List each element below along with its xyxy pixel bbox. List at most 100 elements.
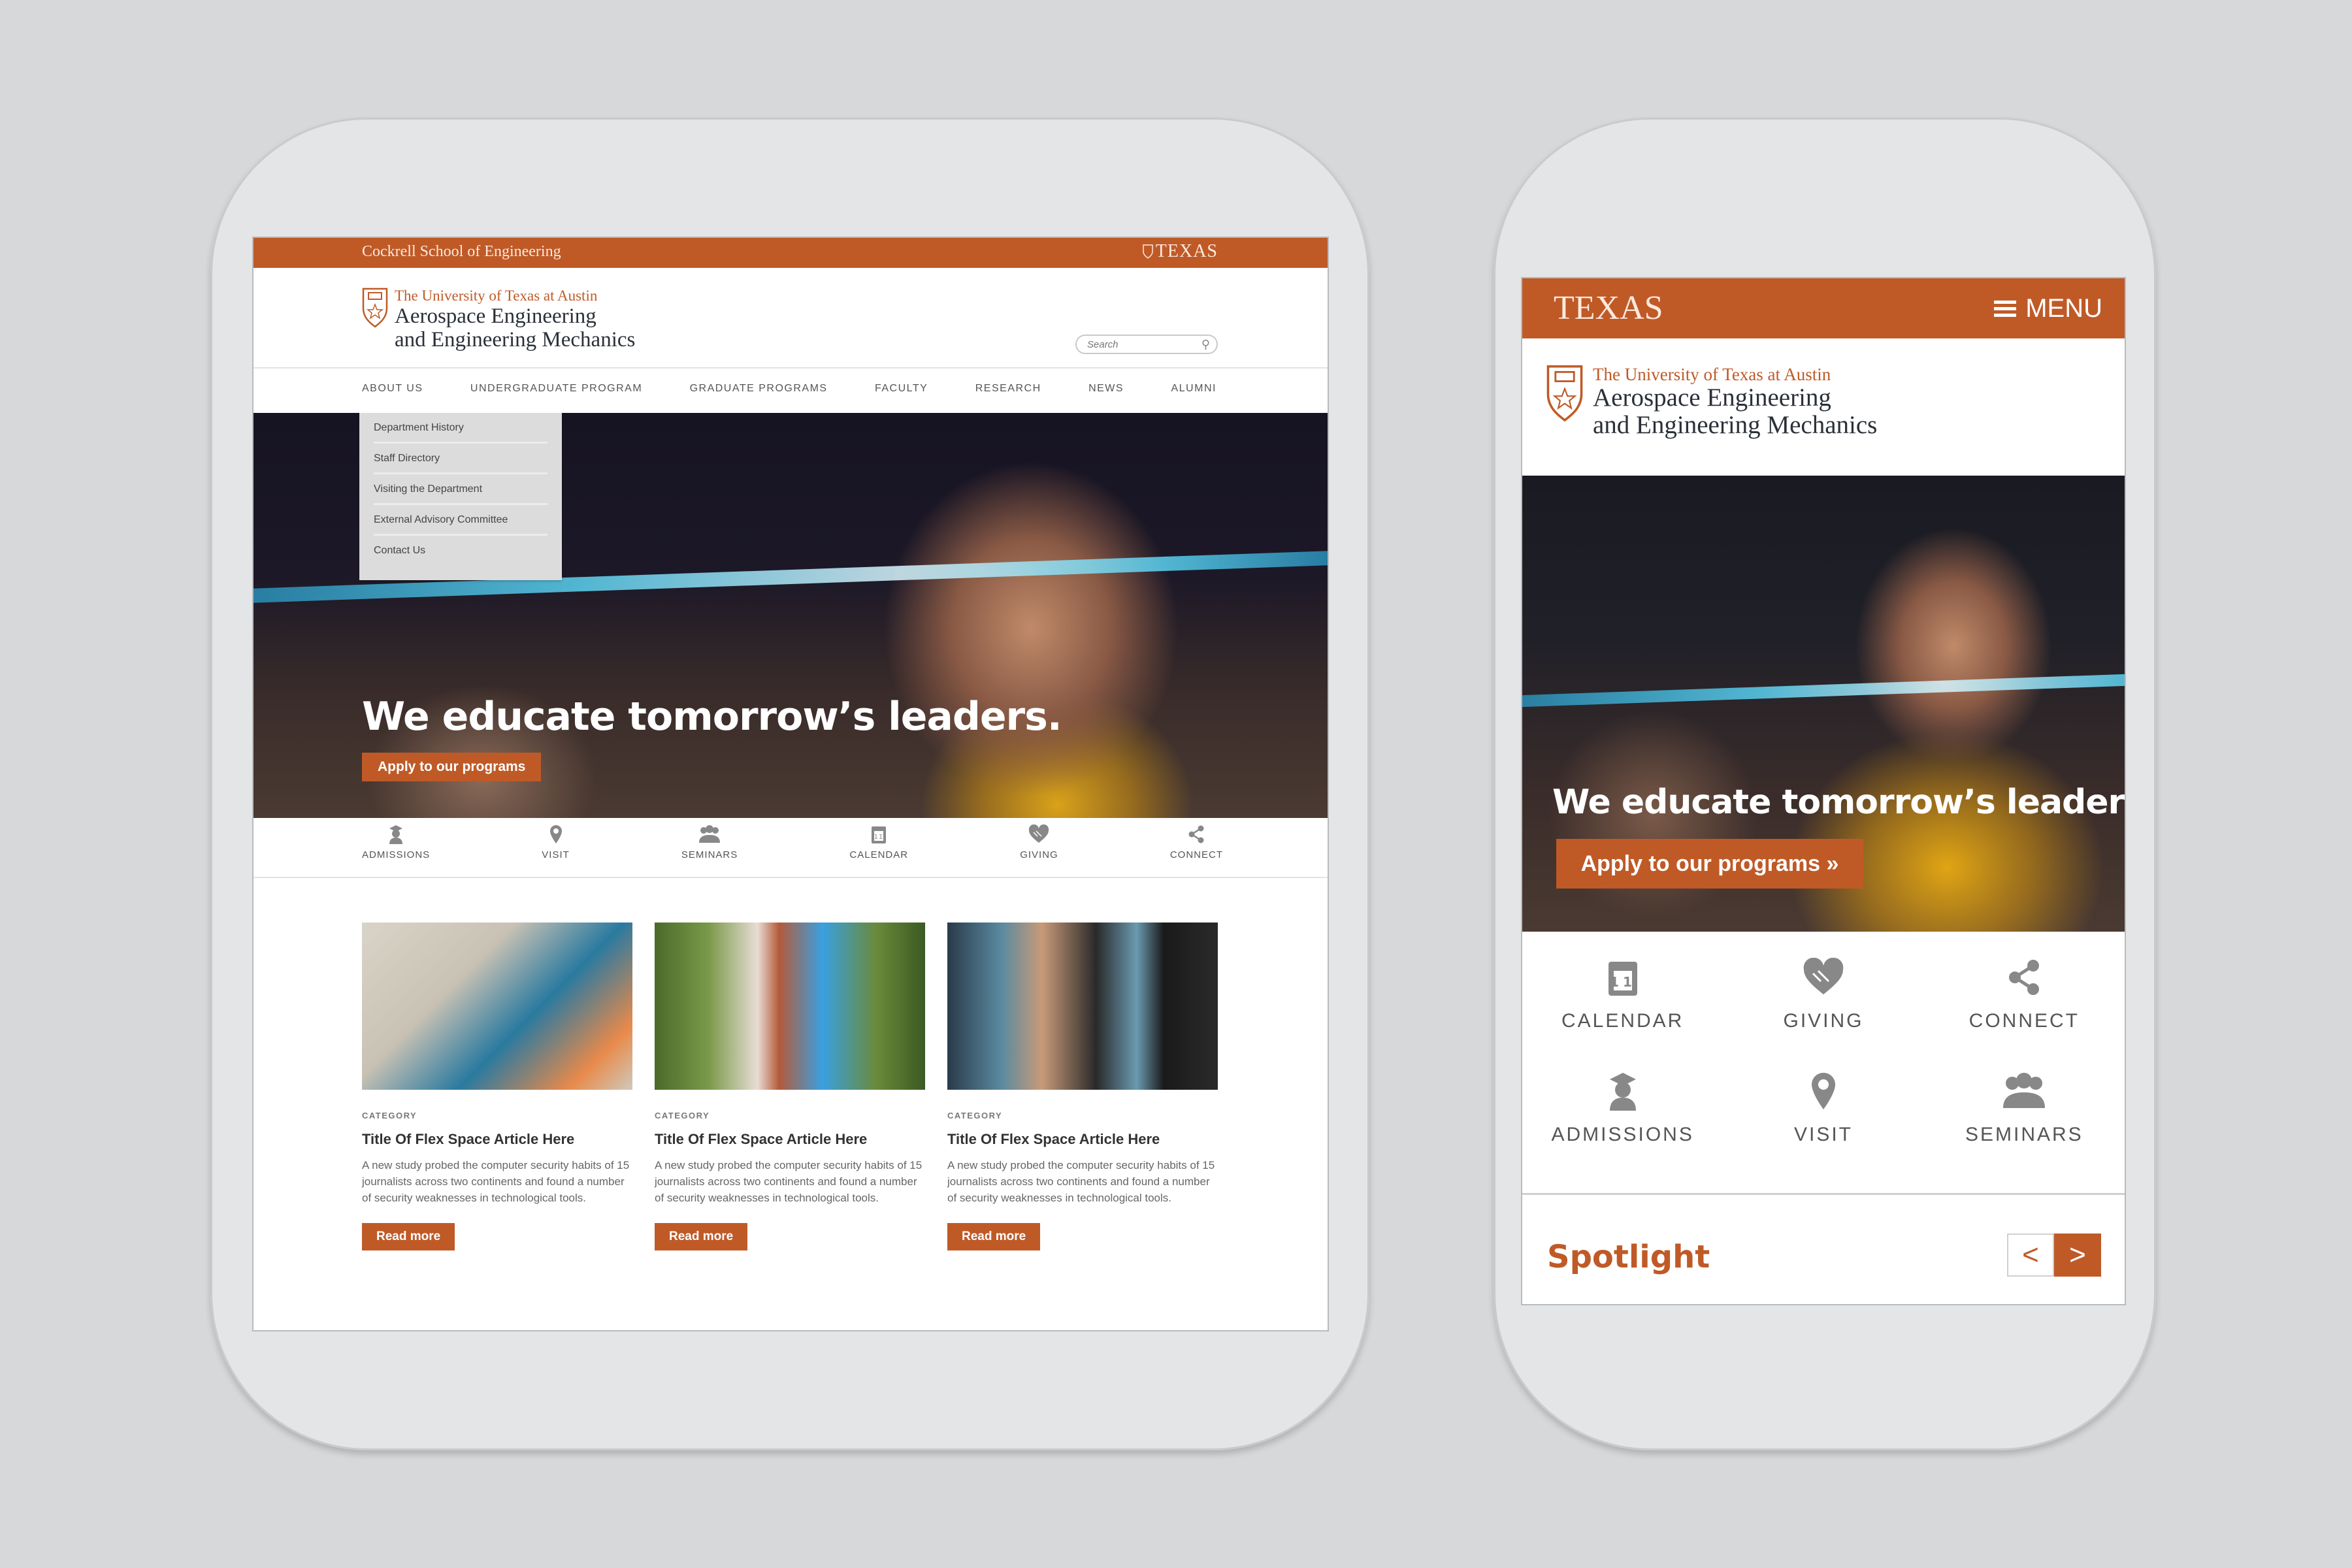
quicklink-connect[interactable]: CONNECT: [1170, 825, 1223, 860]
spotlight-prev-button[interactable]: <: [2007, 1233, 2054, 1277]
quicklink-admissions[interactable]: ADMISSIONS: [362, 825, 430, 860]
university-name: The University of Texas at Austin: [1593, 365, 1831, 384]
dropdown-item-external-advisory[interactable]: External Advisory Committee: [374, 505, 547, 536]
school-link[interactable]: Cockrell School of Engineering: [362, 243, 561, 261]
heart-hands-icon: [1028, 825, 1049, 844]
svg-text:11: 11: [1610, 974, 1636, 990]
graduate-icon: [387, 825, 404, 844]
read-more-button[interactable]: Read more: [655, 1223, 748, 1250]
quicklink-connect[interactable]: CONNECT: [1924, 958, 2125, 1032]
search-icon[interactable]: ⚲: [1201, 338, 1210, 351]
article-title[interactable]: Title Of Flex Space Article Here: [362, 1131, 632, 1148]
hamburger-icon: [1994, 300, 2017, 317]
quicklink-giving[interactable]: GIVING: [1020, 825, 1058, 860]
quicklinks-divider: [253, 877, 1328, 878]
quicklink-label: ADMISSIONS: [1551, 1124, 1694, 1145]
site-brand[interactable]: The University of Texas at Austin Aerosp…: [1546, 365, 1877, 439]
phone-screen: TEXAS MENU The University of Texas at Au…: [1521, 277, 2126, 1305]
article-category: CATEGORY: [655, 1111, 710, 1120]
arena-light-band: [1522, 674, 2125, 708]
dropdown-item-contact-us[interactable]: Contact Us: [374, 536, 547, 564]
group-icon: [2001, 1071, 2047, 1111]
texas-logo-link[interactable]: TEXAS: [1143, 241, 1218, 262]
nav-faculty[interactable]: FACULTY: [875, 383, 928, 395]
texas-wordmark-link[interactable]: TEXAS: [1554, 289, 1663, 327]
heart-hands-icon: [1803, 958, 1844, 997]
nav-alumni[interactable]: ALUMNI: [1171, 383, 1216, 395]
dropdown-item-department-history[interactable]: Department History: [374, 413, 547, 444]
main-nav: ABOUT US UNDERGRADUATE PROGRAM GRADUATE …: [362, 383, 1217, 395]
quicklink-calendar[interactable]: 11 CALENDAR: [1522, 958, 1723, 1032]
nav-graduate-programs[interactable]: GRADUATE PROGRAMS: [690, 383, 828, 395]
apply-button[interactable]: Apply to our programs »: [1556, 839, 1863, 889]
quick-links: 11 CALENDAR GIVING CONNECT ADMISSIONS VI…: [1522, 958, 2125, 1146]
article-summary: A new study probed the computer security…: [655, 1159, 923, 1204]
quicklink-giving[interactable]: GIVING: [1723, 958, 1923, 1032]
article-category: CATEGORY: [362, 1111, 417, 1120]
quicklink-label: VISIT: [542, 849, 570, 860]
search-box[interactable]: ⚲: [1075, 335, 1218, 354]
quicklink-label: SEMINARS: [681, 849, 738, 860]
group-icon: [698, 825, 721, 844]
spotlight-heading: Spotlight: [1547, 1239, 1710, 1275]
top-bar: Cockrell School of Engineering TEXAS: [253, 238, 1328, 268]
nav-undergraduate-program[interactable]: UNDERGRADUATE PROGRAM: [470, 383, 642, 395]
article-image-professor[interactable]: [947, 923, 1218, 1090]
about-us-dropdown: Department History Staff Directory Visit…: [359, 413, 562, 580]
article-image-hook-em[interactable]: [655, 923, 925, 1090]
quicklink-visit[interactable]: VISIT: [1723, 1071, 1923, 1146]
quicklink-seminars[interactable]: SEMINARS: [681, 825, 738, 860]
quicklink-admissions[interactable]: ADMISSIONS: [1522, 1071, 1723, 1146]
read-more-button[interactable]: Read more: [947, 1223, 1041, 1250]
quicklink-seminars[interactable]: SEMINARS: [1924, 1071, 2125, 1146]
dropdown-item-visiting[interactable]: Visiting the Department: [374, 474, 547, 505]
article-card: CATEGORY Title Of Flex Space Article Her…: [362, 923, 632, 1250]
read-more-button[interactable]: Read more: [362, 1223, 455, 1250]
nav-about-us[interactable]: ABOUT US: [362, 383, 423, 395]
article-title[interactable]: Title Of Flex Space Article Here: [655, 1131, 925, 1148]
spotlight-pager: < >: [2007, 1233, 2101, 1277]
header-divider: [253, 367, 1328, 368]
quicklink-label: SEMINARS: [1965, 1124, 2083, 1145]
department-name-line1: Aerospace Engineering: [1593, 384, 1831, 412]
article-image-students-workshop[interactable]: [362, 923, 632, 1090]
menu-button[interactable]: MENU: [1994, 294, 2102, 323]
article-category: CATEGORY: [947, 1111, 1003, 1120]
university-name: The University of Texas at Austin: [395, 287, 598, 304]
quicklink-label: VISIT: [1793, 1124, 1853, 1145]
department-name-line1: Aerospace Engineering: [395, 304, 596, 328]
search-input[interactable]: [1086, 338, 1186, 351]
dropdown-item-staff-directory[interactable]: Staff Directory: [374, 444, 547, 474]
map-pin-icon: [549, 825, 563, 844]
nav-news[interactable]: NEWS: [1088, 383, 1124, 395]
article-cards: CATEGORY Title Of Flex Space Article Her…: [362, 923, 1218, 1250]
share-icon: [1188, 825, 1205, 844]
share-icon: [2007, 958, 2041, 997]
mobile-top-bar: TEXAS MENU: [1522, 278, 2125, 338]
shield-icon: [1143, 244, 1153, 259]
apply-button[interactable]: Apply to our programs: [362, 753, 542, 781]
tablet-screen: Cockrell School of Engineering TEXAS The…: [252, 237, 1329, 1331]
hero-headline: We educate tomorrow’s leaders.: [1552, 783, 2126, 822]
quicklink-calendar[interactable]: 11 CALENDAR: [849, 825, 908, 860]
svg-text:11: 11: [874, 834, 884, 841]
site-brand[interactable]: The University of Texas at Austin Aerosp…: [362, 287, 635, 351]
hero-banner: We educate tomorrow’s leaders. Apply to …: [1522, 476, 2125, 932]
spotlight-next-button[interactable]: >: [2054, 1233, 2101, 1277]
graduate-icon: [1606, 1071, 1640, 1111]
article-title[interactable]: Title Of Flex Space Article Here: [947, 1131, 1218, 1148]
quicklink-label: CALENDAR: [1561, 1010, 1684, 1032]
quicklink-label: GIVING: [1020, 849, 1058, 860]
department-name-line2: and Engineering Mechanics: [395, 328, 636, 351]
article-card: CATEGORY Title Of Flex Space Article Her…: [947, 923, 1218, 1250]
quicklink-label: CONNECT: [1169, 849, 1223, 860]
calendar-icon: 11: [1606, 958, 1640, 997]
ut-seal-icon: [1546, 365, 1583, 422]
hero-headline: We educate tomorrow’s leaders.: [362, 694, 1062, 740]
quicklink-visit[interactable]: VISIT: [542, 825, 570, 860]
article-card: CATEGORY Title Of Flex Space Article Her…: [655, 923, 925, 1250]
department-name-line2: and Engineering Mechanics: [1593, 411, 1878, 439]
nav-research[interactable]: RESEARCH: [975, 383, 1041, 395]
ut-seal-icon: [362, 287, 388, 328]
quicklink-label: GIVING: [1783, 1010, 1864, 1032]
